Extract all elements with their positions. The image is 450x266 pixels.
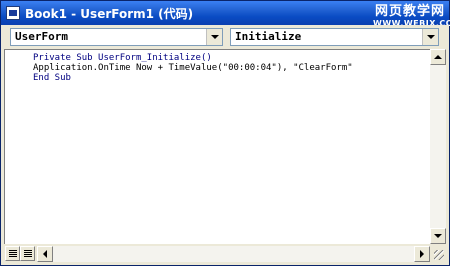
horizontal-scrollbar[interactable] bbox=[37, 246, 430, 262]
object-combo-value: UserForm bbox=[15, 30, 68, 43]
procedure-combo[interactable]: Initialize bbox=[230, 28, 439, 46]
vertical-scrollbar[interactable] bbox=[430, 49, 446, 244]
watermark-text: 网页教学网 bbox=[374, 4, 445, 19]
arrow-left-icon bbox=[43, 250, 47, 258]
chevron-down-icon bbox=[210, 35, 219, 39]
scroll-right-button[interactable] bbox=[414, 246, 430, 262]
code-editor[interactable]: Private Sub UserForm_Initialize() Applic… bbox=[4, 49, 430, 244]
combo-row: UserForm Initialize bbox=[1, 25, 449, 47]
chevron-down-icon bbox=[426, 35, 435, 39]
vba-window-icon[interactable] bbox=[6, 6, 20, 20]
procedure-view-icon bbox=[9, 250, 17, 257]
object-combo-dropdown-button[interactable] bbox=[206, 29, 222, 45]
code-line-3: End Sub bbox=[33, 73, 71, 83]
procedure-combo-dropdown-button[interactable] bbox=[422, 29, 438, 45]
scroll-left-button[interactable] bbox=[37, 246, 53, 262]
arrow-right-icon bbox=[420, 250, 424, 258]
resize-corner[interactable] bbox=[430, 246, 446, 262]
resize-grip-icon bbox=[434, 250, 444, 260]
arrow-up-icon bbox=[434, 55, 442, 59]
code-line-2: Application.OnTime Now + TimeValue("00:0… bbox=[33, 63, 353, 73]
object-combo[interactable]: UserForm bbox=[10, 28, 223, 46]
procedure-combo-value: Initialize bbox=[235, 30, 302, 43]
arrow-down-icon bbox=[434, 234, 442, 238]
bottom-bar bbox=[1, 244, 449, 265]
code-line-1: Private Sub UserForm_Initialize() bbox=[33, 53, 212, 63]
full-module-view-button[interactable] bbox=[20, 246, 35, 261]
title-bar[interactable]: Book1 - UserForm1 (代码) 网页教学网 WWW.WEBJX.C… bbox=[1, 1, 450, 28]
code-window: Book1 - UserForm1 (代码) 网页教学网 WWW.WEBJX.C… bbox=[0, 0, 450, 266]
procedure-view-button[interactable] bbox=[5, 246, 20, 261]
code-text[interactable]: Private Sub UserForm_Initialize() Applic… bbox=[33, 53, 353, 83]
scroll-down-button[interactable] bbox=[430, 228, 446, 244]
full-module-view-icon bbox=[24, 250, 32, 257]
window-title: Book1 - UserForm1 (代码) bbox=[25, 7, 194, 21]
scroll-up-button[interactable] bbox=[430, 49, 446, 65]
